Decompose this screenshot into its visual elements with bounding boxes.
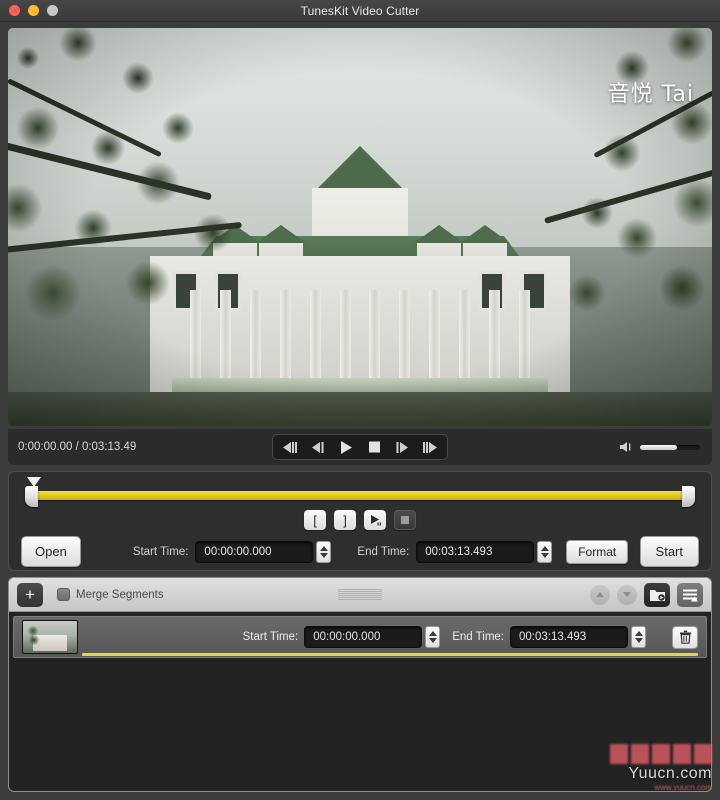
preview-play-button[interactable] (364, 510, 386, 530)
segments-header: + Merge Segments (9, 578, 711, 612)
playhead-marker[interactable] (27, 477, 41, 487)
vignette (8, 28, 712, 426)
start-time-label: Start Time: (132, 545, 189, 558)
step-back-fast-button[interactable] (276, 437, 304, 457)
start-time-stepper[interactable] (316, 540, 332, 563)
merge-segments-label: Merge Segments (76, 588, 164, 601)
start-button[interactable]: Start (639, 536, 699, 567)
trim-start-handle[interactable] (25, 486, 38, 507)
start-time-input[interactable]: 00:00:00.000 (195, 540, 314, 563)
move-up-button[interactable] (590, 584, 610, 605)
trim-selection-bar[interactable] (33, 491, 687, 500)
play-button[interactable] (332, 437, 360, 457)
video-frame: 音悦 Tai (8, 28, 712, 426)
segment-time-fields: Start Time: 00:00:00.000 End Time: 00:03… (243, 625, 698, 649)
stop-button[interactable] (360, 437, 388, 457)
segment-start-time-input[interactable]: 00:00:00.000 (304, 626, 423, 648)
prev-frames-icon (283, 441, 297, 453)
video-watermark-logo: 音悦 Tai (607, 82, 694, 107)
volume-level (640, 444, 678, 450)
end-time-label: End Time: (357, 545, 410, 558)
trim-end-handle[interactable] (682, 486, 695, 507)
segment-start-time-group: Start Time: 00:00:00.000 (243, 626, 441, 648)
segments-list[interactable]: Start Time: 00:00:00.000 End Time: 00:03… (9, 612, 711, 791)
time-readout: 0:00:00.00 / 0:03:13.49 (18, 441, 137, 453)
segment-list-button[interactable] (677, 582, 703, 607)
step-back-button[interactable] (304, 437, 332, 457)
start-time-group: Start Time: 00:00:00.000 (132, 540, 332, 563)
trim-fields-row: Open Start Time: 00:00:00.000 End Time: … (19, 536, 701, 567)
segment-start-time-stepper[interactable] (425, 626, 441, 648)
panel-drag-handle[interactable] (338, 587, 382, 602)
trash-icon (679, 630, 691, 644)
segment-end-time-stepper[interactable] (631, 626, 646, 648)
move-down-button[interactable] (617, 584, 637, 605)
list-icon (683, 589, 698, 601)
merge-segments-checkbox[interactable] (57, 588, 70, 601)
open-button[interactable]: Open (21, 536, 81, 567)
segment-end-time-label: End Time: (452, 631, 504, 643)
volume-icon (620, 442, 631, 452)
transport-controls (272, 434, 448, 460)
add-segment-button[interactable]: + (17, 582, 43, 607)
table-row[interactable]: Start Time: 00:00:00.000 End Time: 00:03… (13, 616, 707, 658)
next-frame-icon (396, 441, 408, 453)
merge-segments-group[interactable]: Merge Segments (57, 588, 164, 601)
prev-frame-icon (312, 441, 324, 453)
volume-control[interactable] (620, 441, 700, 453)
next-frames-icon (423, 441, 437, 453)
preview-play-icon (370, 515, 381, 526)
mark-buttons-row: [ ] (19, 510, 701, 530)
delete-segment-button[interactable] (672, 625, 698, 649)
segments-header-actions (590, 582, 703, 607)
segment-start-time-label: Start Time: (242, 631, 299, 643)
chevron-down-icon (623, 592, 631, 597)
segment-end-time-group: End Time: 00:03:13.493 (452, 626, 646, 648)
folder-icon (649, 589, 665, 601)
output-folder-button[interactable] (644, 582, 670, 607)
stop-square-icon (401, 516, 409, 524)
play-icon (341, 440, 352, 454)
end-time-stepper[interactable] (537, 540, 553, 563)
trim-panel: [ ] Open Start Time: 00:00:00.000 End Ti… (8, 471, 712, 571)
stop-icon (368, 441, 380, 453)
segment-range-bar (82, 653, 698, 656)
volume-slider[interactable] (640, 444, 700, 450)
step-forward-button[interactable] (388, 437, 416, 457)
step-forward-fast-button[interactable] (416, 437, 444, 457)
end-time-input[interactable]: 00:03:13.493 (416, 540, 535, 563)
mark-in-button[interactable]: [ (304, 510, 326, 530)
player-controls-bar: 0:00:00.00 / 0:03:13.49 (8, 429, 712, 465)
segment-end-time-input[interactable]: 00:03:13.493 (510, 626, 628, 648)
video-thumbnail[interactable] (22, 620, 78, 654)
preview-stop-button[interactable] (394, 510, 416, 530)
mark-out-button[interactable]: ] (334, 510, 356, 530)
video-preview[interactable]: 音悦 Tai (8, 28, 712, 426)
end-time-group: End Time: 00:03:13.493 (357, 540, 553, 563)
window-title: TunesKit Video Cutter (300, 3, 420, 18)
segments-panel: + Merge Segments Start Time: 00:00:00.00… (8, 577, 712, 792)
title-bar: TunesKit Video Cutter (0, 0, 720, 22)
chevron-up-icon (596, 592, 604, 597)
trim-track[interactable] (19, 477, 701, 508)
application-window: TunesKit Video Cutter 音悦 Tai 0:00:00.00 … (0, 0, 720, 800)
format-button[interactable]: Format (566, 539, 629, 564)
